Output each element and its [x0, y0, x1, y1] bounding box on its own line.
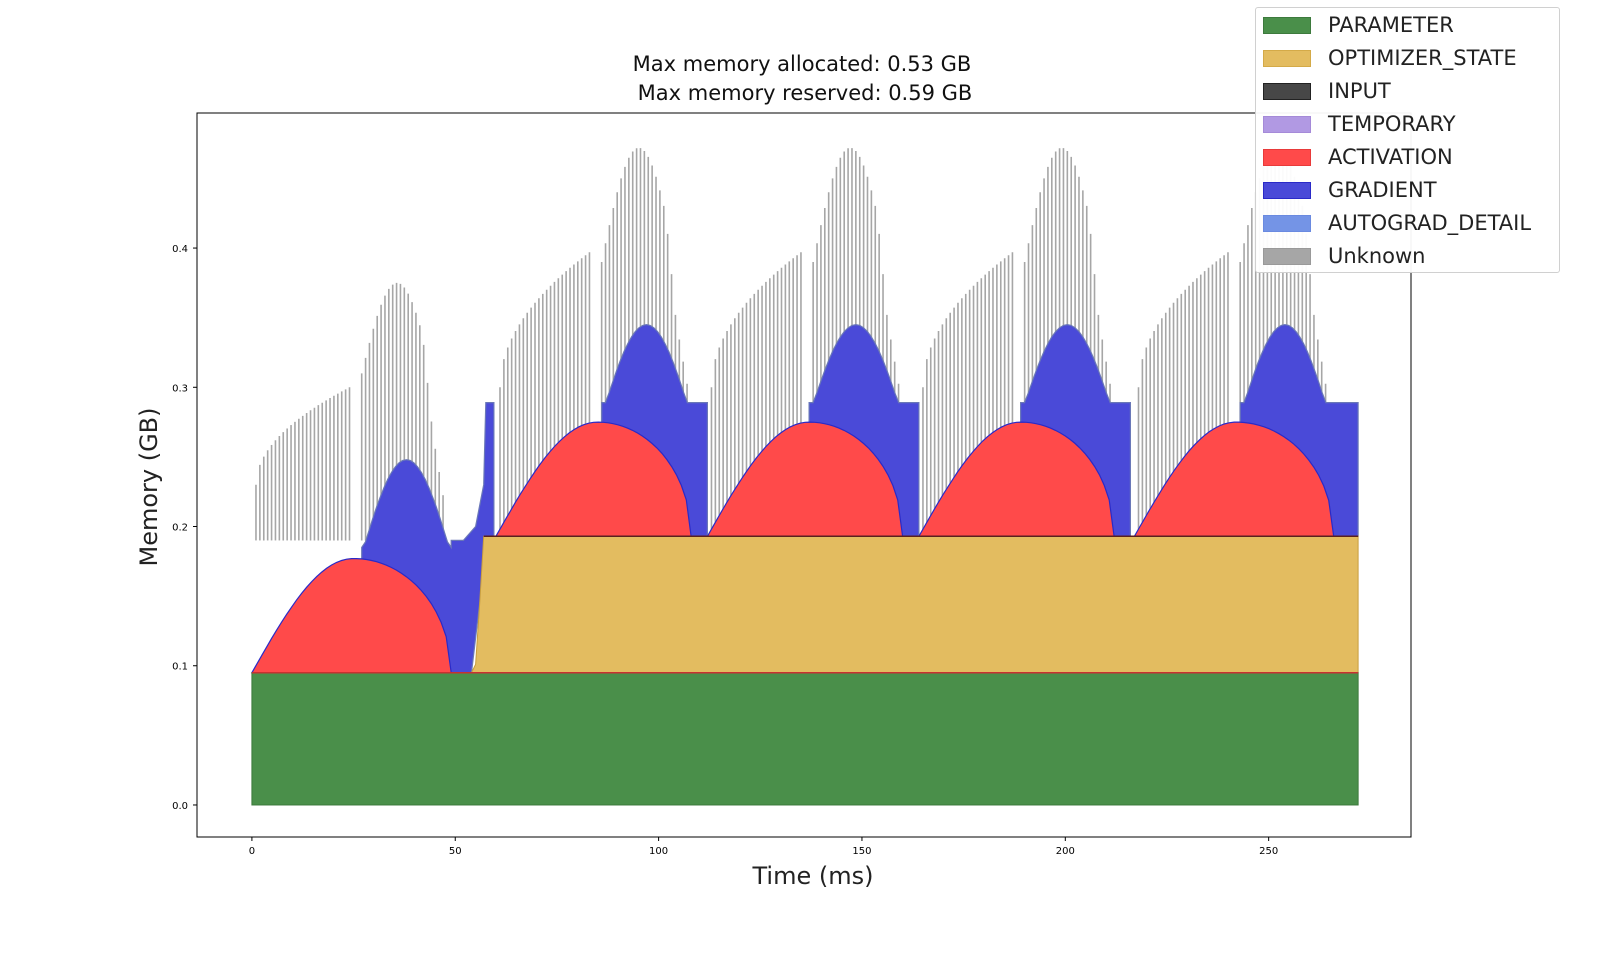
legend-swatch — [1263, 181, 1311, 199]
plot-area — [250, 148, 1359, 806]
x-tick-label: 100 — [649, 846, 668, 857]
legend-label: OPTIMIZER_STATE — [1328, 46, 1517, 70]
legend: PARAMETER OPTIMIZER_STATE INPUT TEMPORARY AC… — [1255, 7, 1560, 273]
legend-swatch — [1263, 214, 1311, 232]
legend-item: AUTOGRAD_DETAIL — [1263, 208, 1531, 238]
x-tick-label: 200 — [1056, 846, 1075, 857]
x-tick-label: 250 — [1259, 846, 1278, 857]
y-axis-label: Memory (GB) — [135, 407, 163, 566]
legend-label: INPUT — [1328, 79, 1391, 103]
legend-label: PARAMETER — [1328, 13, 1454, 37]
chart-title: Max memory allocated: 0.53 GB Max memory… — [633, 52, 973, 105]
legend-label: TEMPORARY — [1328, 112, 1456, 136]
legend-swatch — [1263, 16, 1311, 34]
y-tick-label: 0.2 — [172, 523, 188, 534]
y-tick-label: 0.4 — [172, 244, 188, 255]
x-axis-label: Time (ms) — [752, 862, 874, 890]
legend-label: Unknown — [1328, 244, 1426, 268]
y-tick-label: 0.1 — [172, 662, 188, 673]
legend-item: Unknown — [1263, 241, 1425, 271]
y-tick-label: 0.0 — [172, 801, 188, 812]
legend-swatch — [1263, 49, 1311, 67]
legend-label: AUTOGRAD_DETAIL — [1328, 211, 1532, 235]
x-tick-label: 0 — [249, 846, 255, 857]
legend-label: GRADIENT — [1328, 178, 1437, 202]
legend-label: ACTIVATION — [1328, 145, 1453, 169]
y-tick-label: 0.3 — [172, 383, 188, 394]
legend-swatch — [1263, 148, 1311, 166]
legend-item: OPTIMIZER_STATE — [1263, 43, 1517, 73]
legend-swatch — [1263, 115, 1311, 133]
parameter-area — [251, 672, 1359, 806]
legend-item: PARAMETER — [1263, 10, 1454, 40]
legend-item: INPUT — [1263, 76, 1391, 106]
legend-item: ACTIVATION — [1263, 142, 1453, 172]
x-tick-label: 150 — [852, 846, 871, 857]
legend-swatch — [1263, 247, 1311, 265]
legend-item: TEMPORARY — [1263, 109, 1456, 139]
legend-swatch — [1263, 82, 1311, 100]
title-max-reserved: Max memory reserved: 0.59 GB — [638, 81, 973, 105]
x-tick-label: 50 — [449, 846, 462, 857]
x-axis: 0 50 100 150 200 250 — [249, 837, 1278, 857]
legend-item: GRADIENT — [1263, 175, 1437, 205]
y-axis: 0.0 0.1 0.2 0.3 0.4 — [172, 244, 197, 812]
title-max-allocated: Max memory allocated: 0.53 GB — [633, 52, 972, 76]
